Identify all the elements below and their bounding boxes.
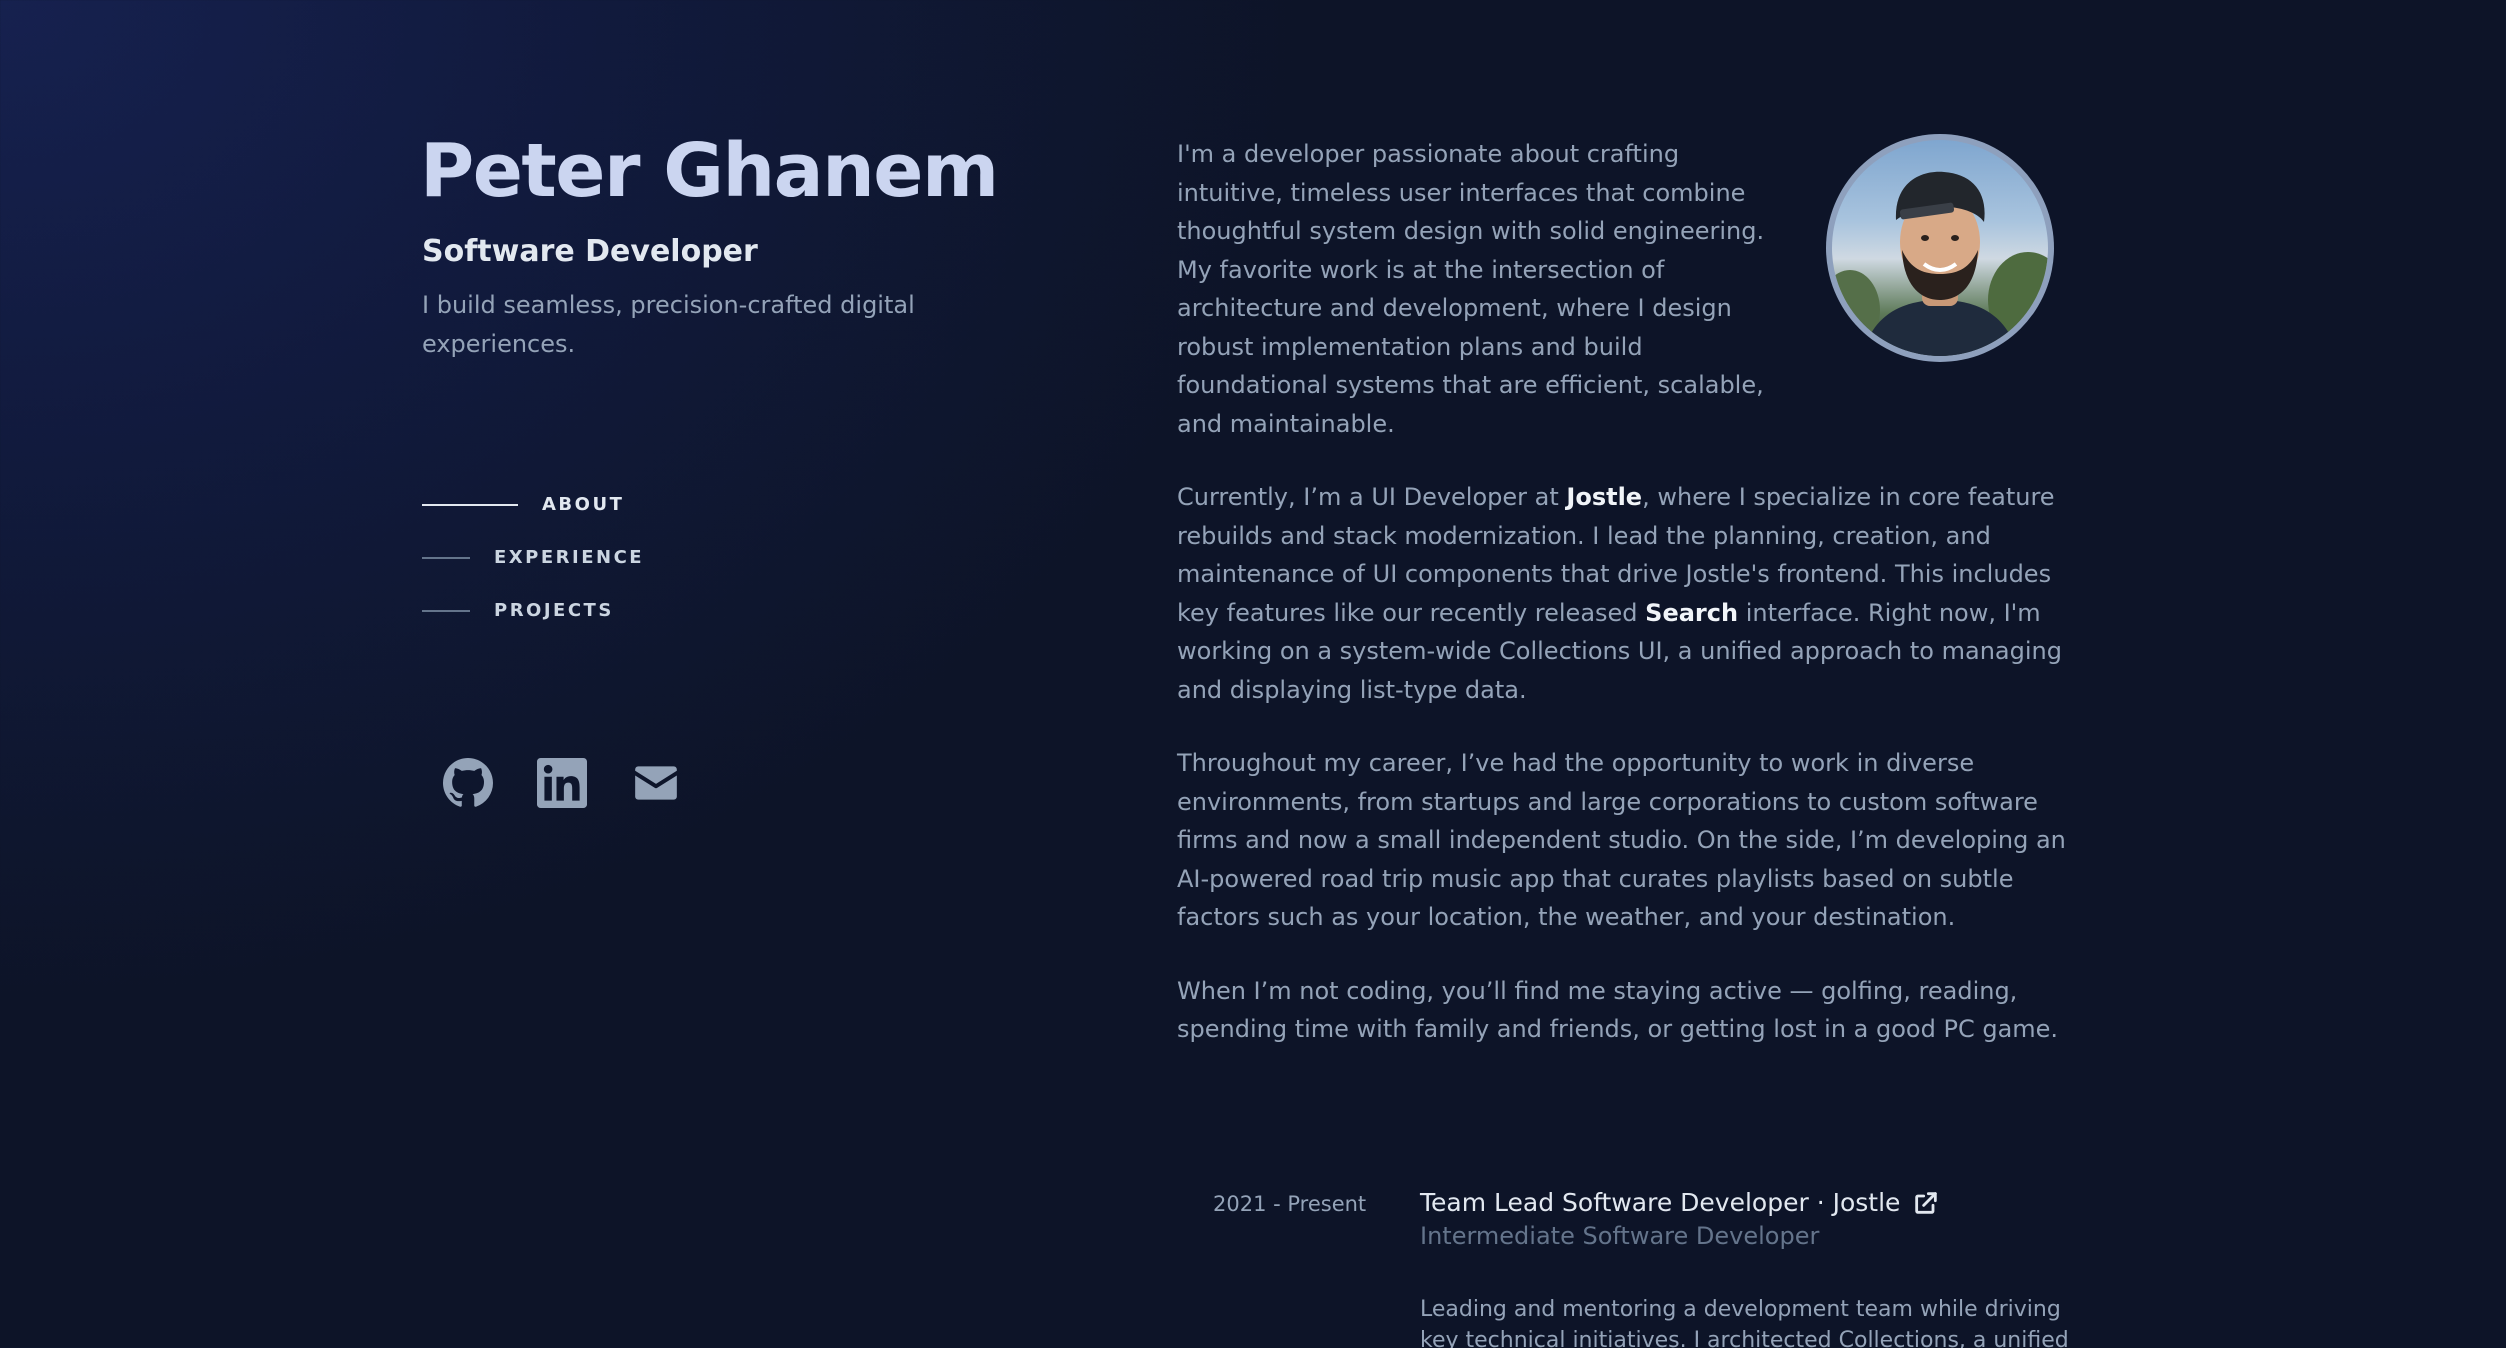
site-name: Peter Ghanem xyxy=(420,128,999,214)
nav-item-projects[interactable]: PROJECTS xyxy=(422,584,644,637)
social-links xyxy=(443,758,681,808)
nav-label: ABOUT xyxy=(542,494,625,515)
search-feature-link[interactable]: Search xyxy=(1645,599,1738,627)
experience-title: Team Lead Software Developer · Jostle xyxy=(1420,1188,1901,1217)
about-paragraph: Currently, I’m a UI Developer at Jostle,… xyxy=(1177,478,2097,709)
experience-subtitle: Intermediate Software Developer xyxy=(1420,1222,1820,1250)
about-section: I'm a developer passionate about craftin… xyxy=(1177,135,2097,1084)
experience-description: Leading and mentoring a development team… xyxy=(1420,1297,2069,1348)
about-paragraph: When I’m not coding, you’ll find me stay… xyxy=(1177,976,2059,1044)
github-link[interactable] xyxy=(443,758,493,808)
company-link[interactable]: Jostle xyxy=(1566,483,1642,511)
about-paragraph: I'm a developer passionate about craftin… xyxy=(1177,140,1765,438)
nav-indicator-line xyxy=(422,556,470,559)
experience-date: 2021 - Present xyxy=(1213,1192,1367,1216)
email-link[interactable] xyxy=(631,758,681,808)
site-role: Software Developer xyxy=(422,234,758,269)
nav-item-about[interactable]: ABOUT xyxy=(422,478,644,531)
nav-indicator-line xyxy=(422,609,470,612)
linkedin-link[interactable] xyxy=(537,758,587,808)
nav-item-experience[interactable]: EXPERIENCE xyxy=(422,531,644,584)
linkedin-icon xyxy=(537,758,587,808)
about-paragraph: Throughout my career, I’ve had the oppor… xyxy=(1177,749,2066,931)
external-link-icon xyxy=(1915,1191,1938,1214)
site-tagline: I build seamless, precision-crafted digi… xyxy=(422,291,915,358)
github-icon xyxy=(443,758,493,807)
email-icon xyxy=(635,766,677,800)
nav-indicator-line xyxy=(422,503,518,506)
nav-label: PROJECTS xyxy=(494,600,614,621)
experience-title-link[interactable]: Team Lead Software Developer · Jostle xyxy=(1420,1188,1940,1217)
section-nav: ABOUT EXPERIENCE PROJECTS xyxy=(422,478,644,637)
about-text: Currently, I’m a UI Developer at xyxy=(1177,483,1567,511)
nav-label: EXPERIENCE xyxy=(494,547,645,568)
